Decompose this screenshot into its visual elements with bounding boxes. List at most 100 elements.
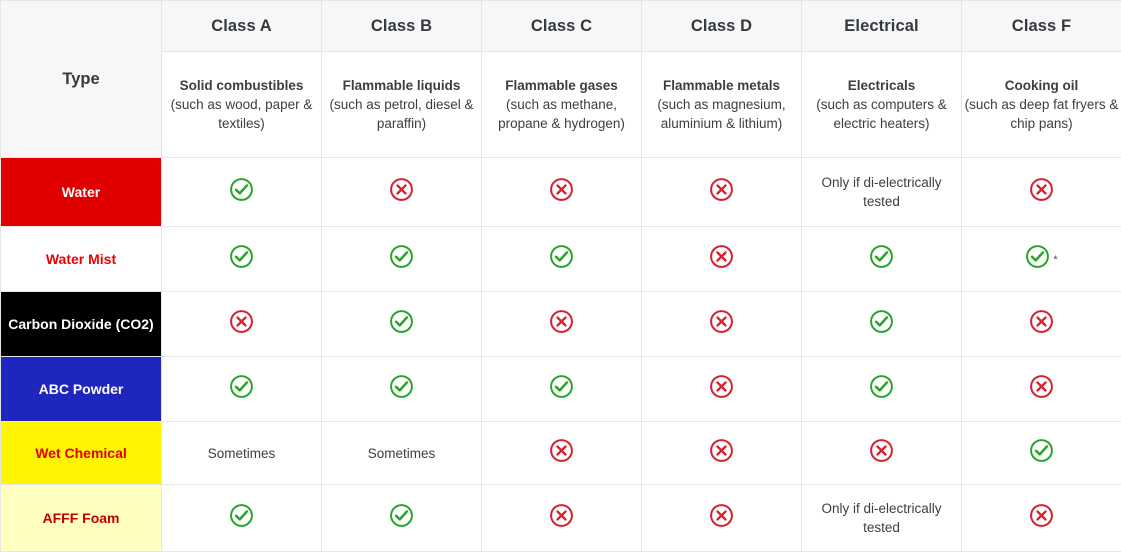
- check-circle-icon: [229, 177, 254, 202]
- cross-circle-icon: [709, 177, 734, 202]
- cell-class-d-row1: [642, 158, 802, 227]
- cross-circle-icon: [1029, 374, 1054, 399]
- row-label-text: Water: [62, 184, 100, 200]
- row-label-text: AFFF Foam: [43, 510, 120, 526]
- check-circle-icon: [549, 244, 574, 269]
- cell-icon-wrap: [1029, 309, 1054, 334]
- cell-icon-wrap: [709, 503, 734, 528]
- header-class-c: Class C: [482, 1, 642, 52]
- header-row-description: Solid combustibles (such as wood, paper …: [1, 52, 1121, 158]
- cell-icon-wrap: [549, 438, 574, 463]
- check-circle-icon: [389, 503, 414, 528]
- cell-icon-wrap: [389, 309, 414, 334]
- fire-extinguisher-compatibility-table: Type Class A Class B Class C Class D Ele…: [0, 0, 1121, 544]
- check-circle-icon: [1025, 244, 1050, 269]
- desc-class-d: Flammable metals (such as magnesium, alu…: [642, 52, 802, 158]
- desc-class-b-title: Flammable liquids: [322, 76, 481, 95]
- cell-class-f-row5: [962, 422, 1121, 485]
- cell-class-f-row6: [962, 485, 1121, 552]
- cell-class-d-row2: [642, 227, 802, 292]
- cell-icon-wrap: [229, 309, 254, 334]
- header-electrical: Electrical: [802, 1, 962, 52]
- cell-icon-wrap: [549, 177, 574, 202]
- desc-electrical-title: Electricals: [802, 76, 961, 95]
- cell-class-a-row5: Sometimes: [162, 422, 322, 485]
- cell-icon-wrap: [709, 244, 734, 269]
- cell-icon-wrap: [229, 374, 254, 399]
- row-label-text: Wet Chemical: [35, 445, 127, 461]
- cell-note-text: Sometimes: [368, 444, 436, 463]
- cell-electrical-row6: Only if di-electrically tested: [802, 485, 962, 552]
- cross-circle-icon: [709, 309, 734, 334]
- cross-circle-icon: [549, 503, 574, 528]
- header-class-d-label: Class D: [691, 17, 752, 35]
- cell-class-a-row1: [162, 158, 322, 227]
- row-label-text: Carbon Dioxide (CO2): [8, 316, 153, 332]
- check-circle-icon: [549, 374, 574, 399]
- cross-circle-icon: [549, 309, 574, 334]
- cross-circle-icon: [1029, 503, 1054, 528]
- cell-class-b-row5: Sometimes: [322, 422, 482, 485]
- desc-electrical: Electricals (such as computers & electri…: [802, 52, 962, 158]
- header-type-cell: Type: [1, 1, 162, 158]
- cell-class-c-row2: [482, 227, 642, 292]
- cell-note-text: Only if di-electrically tested: [802, 499, 961, 537]
- cell-icon-wrap: [869, 244, 894, 269]
- check-circle-icon: [869, 374, 894, 399]
- header-class-a-label: Class A: [211, 17, 272, 35]
- cell-class-a-row4: [162, 357, 322, 422]
- desc-class-c: Flammable gases (such as methane, propan…: [482, 52, 642, 158]
- cell-class-c-row3: [482, 292, 642, 357]
- check-circle-icon: [869, 309, 894, 334]
- cell-electrical-row3: [802, 292, 962, 357]
- cell-icon-wrap: [229, 503, 254, 528]
- table-row: Wet Chemical Sometimes Sometimes: [1, 422, 1121, 485]
- cell-icon-wrap: [1029, 503, 1054, 528]
- header-class-f: Class F: [962, 1, 1121, 52]
- cross-circle-icon: [229, 309, 254, 334]
- cell-class-f-row1: [962, 158, 1121, 227]
- desc-class-c-sub: (such as methane, propane & hydrogen): [482, 95, 641, 133]
- row-label-5: Wet Chemical: [1, 422, 162, 485]
- table-row: Water Only if di-electrically tested: [1, 158, 1121, 227]
- cell-class-b-row6: [322, 485, 482, 552]
- check-circle-icon: [229, 374, 254, 399]
- cell-class-b-row2: [322, 227, 482, 292]
- desc-class-a: Solid combustibles (such as wood, paper …: [162, 52, 322, 158]
- cell-electrical-row1: Only if di-electrically tested: [802, 158, 962, 227]
- cross-circle-icon: [389, 177, 414, 202]
- cross-circle-icon: [709, 438, 734, 463]
- cross-circle-icon: [549, 438, 574, 463]
- cell-icon-wrap: [389, 244, 414, 269]
- cell-class-a-row2: [162, 227, 322, 292]
- header-class-b: Class B: [322, 1, 482, 52]
- cell-icon-wrap: [709, 309, 734, 334]
- check-circle-icon: [389, 244, 414, 269]
- cell-icon-wrap: [549, 503, 574, 528]
- cell-class-c-row5: [482, 422, 642, 485]
- cell-class-c-row1: [482, 158, 642, 227]
- cell-class-b-row4: [322, 357, 482, 422]
- cell-class-d-row4: [642, 357, 802, 422]
- header-class-a: Class A: [162, 1, 322, 52]
- cell-icon-wrap: [389, 374, 414, 399]
- desc-class-b: Flammable liquids (such as petrol, diese…: [322, 52, 482, 158]
- row-label-text: ABC Powder: [39, 381, 124, 397]
- cross-circle-icon: [1029, 177, 1054, 202]
- cell-icon-wrap: [229, 244, 254, 269]
- cell-class-c-row4: [482, 357, 642, 422]
- header-electrical-label: Electrical: [844, 17, 918, 35]
- cross-circle-icon: [1029, 309, 1054, 334]
- desc-class-d-sub: (such as magnesium, aluminium & lithium): [642, 95, 801, 133]
- check-circle-icon: [229, 244, 254, 269]
- cell-icon-wrap: [1029, 177, 1054, 202]
- header-class-d: Class D: [642, 1, 802, 52]
- row-label-1: Water: [1, 158, 162, 227]
- cell-class-b-row1: [322, 158, 482, 227]
- cell-icon-wrap: [549, 309, 574, 334]
- cell-note-text: Sometimes: [208, 444, 276, 463]
- row-label-4: ABC Powder: [1, 357, 162, 422]
- cell-class-f-row2: *: [962, 227, 1121, 292]
- row-label-2: Water Mist: [1, 227, 162, 292]
- cell-class-d-row3: [642, 292, 802, 357]
